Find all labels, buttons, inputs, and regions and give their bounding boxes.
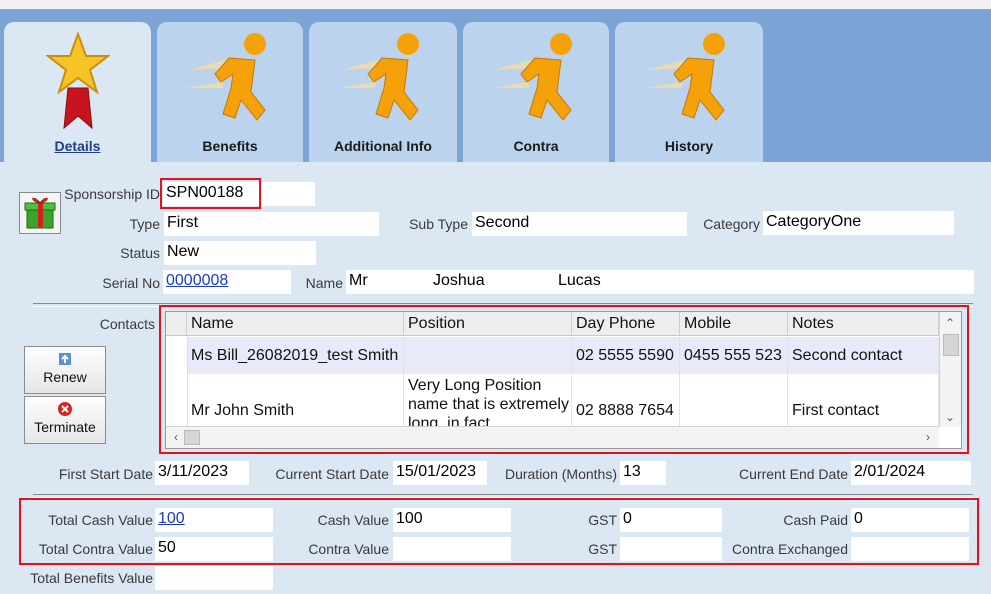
tab-contra[interactable]: Contra bbox=[463, 22, 609, 162]
total-benefits-value-label: Total Benefits Value bbox=[30, 570, 153, 586]
highlight-sponsorship-id bbox=[160, 178, 261, 209]
current-start-date-label: Current Start Date bbox=[275, 466, 389, 482]
renew-button[interactable]: Renew bbox=[24, 346, 106, 394]
duration-label: Duration (Months) bbox=[504, 466, 617, 482]
name-first: Joshua bbox=[433, 272, 485, 289]
terminate-label: Terminate bbox=[34, 419, 96, 435]
tab-additional-info[interactable]: Additional Info bbox=[309, 22, 457, 162]
type-label: Type bbox=[129, 216, 160, 232]
name-field[interactable]: Mr Joshua Lucas bbox=[346, 270, 974, 294]
current-end-date-field[interactable]: 2/01/2024 bbox=[851, 461, 971, 485]
tab-bar: Details Benefits Additional Info Contra bbox=[0, 10, 991, 174]
highlight-values-section bbox=[19, 498, 979, 565]
tab-additional-info-label: Additional Info bbox=[334, 138, 432, 154]
serial-no-label: Serial No bbox=[102, 275, 160, 291]
current-start-date-field[interactable]: 15/01/2023 bbox=[393, 461, 487, 485]
category-label: Category bbox=[703, 216, 760, 232]
running-man-icon bbox=[185, 33, 266, 121]
running-man-icon bbox=[644, 33, 725, 121]
renew-icon bbox=[59, 353, 71, 365]
category-field[interactable]: CategoryOne bbox=[763, 211, 954, 235]
star-ribbon-icon bbox=[45, 31, 110, 130]
running-man-icon bbox=[491, 33, 572, 121]
stop-icon bbox=[58, 402, 72, 416]
terminate-button[interactable]: Terminate bbox=[24, 396, 106, 444]
status-field[interactable]: New bbox=[164, 241, 316, 265]
tab-details[interactable]: Details bbox=[4, 22, 151, 174]
sponsorship-id-label: Sponsorship ID bbox=[64, 186, 160, 202]
tab-benefits[interactable]: Benefits bbox=[157, 22, 303, 162]
type-field[interactable]: First bbox=[164, 212, 379, 236]
first-start-date-label: First Start Date bbox=[58, 466, 153, 482]
total-benefits-value-field[interactable] bbox=[155, 566, 273, 590]
window-top-strip bbox=[0, 0, 991, 10]
tab-contra-label: Contra bbox=[513, 138, 559, 154]
name-label: Name bbox=[305, 275, 343, 291]
tab-details-label: Details bbox=[54, 138, 101, 154]
status-label: Status bbox=[120, 245, 160, 261]
tab-history-label: History bbox=[664, 138, 714, 154]
name-last: Lucas bbox=[558, 272, 601, 289]
running-man-icon bbox=[338, 33, 419, 121]
subtype-label: Sub Type bbox=[409, 216, 468, 232]
tab-benefits-label: Benefits bbox=[202, 138, 258, 154]
renew-label: Renew bbox=[43, 369, 87, 385]
contacts-label: Contacts bbox=[99, 316, 155, 332]
highlight-contacts-grid bbox=[159, 305, 969, 454]
serial-no-link[interactable]: 0000008 bbox=[163, 270, 291, 294]
duration-field[interactable]: 13 bbox=[620, 461, 666, 485]
first-start-date-field[interactable]: 3/11/2023 bbox=[155, 461, 249, 485]
name-title: Mr bbox=[349, 272, 368, 289]
current-end-date-label: Current End Date bbox=[739, 466, 848, 482]
tab-history[interactable]: History bbox=[615, 22, 763, 162]
subtype-field[interactable]: Second bbox=[472, 212, 687, 236]
